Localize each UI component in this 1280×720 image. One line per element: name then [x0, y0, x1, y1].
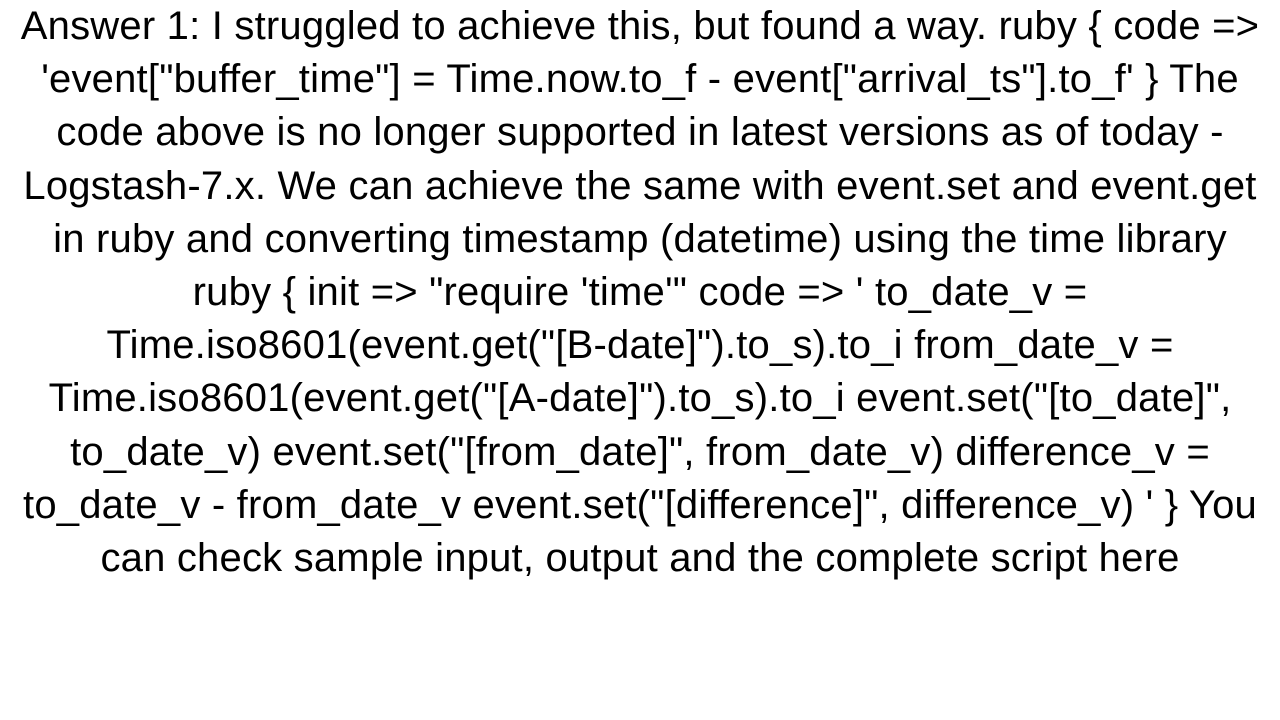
answer-text: Answer 1: I struggled to achieve this, b…: [0, 0, 1280, 585]
